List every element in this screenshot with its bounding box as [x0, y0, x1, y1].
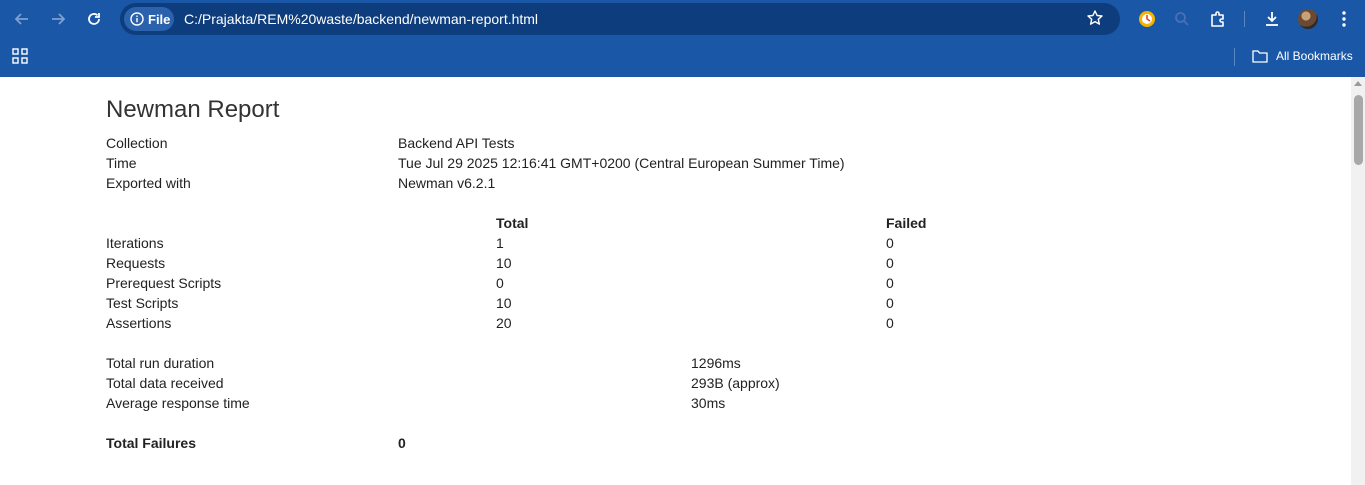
all-bookmarks-button[interactable]: All Bookmarks	[1252, 49, 1353, 63]
summary-row-failed: 0	[886, 255, 894, 271]
site-info-chip[interactable]: File	[124, 7, 174, 31]
run-duration-label: Total run duration	[106, 355, 215, 371]
exported-with-value: Newman v6.2.1	[398, 175, 496, 191]
data-received-value: 293B (approx)	[691, 375, 780, 391]
extensions-button[interactable]	[1207, 8, 1229, 30]
bookmarks-bar: All Bookmarks	[0, 38, 1365, 77]
reload-icon	[88, 13, 100, 25]
collection-label: Collection	[106, 135, 168, 151]
search-icon	[1175, 12, 1189, 26]
summary-row-total: 1	[496, 235, 504, 251]
arrow-right-icon	[52, 13, 66, 25]
collection-value: Backend API Tests	[398, 135, 515, 151]
puzzle-icon	[1211, 11, 1224, 27]
kebab-menu-icon	[1342, 11, 1346, 27]
reload-button[interactable]	[82, 7, 106, 31]
summary-row-failed: 0	[886, 295, 894, 311]
time-value: Tue Jul 29 2025 12:16:41 GMT+0200 (Centr…	[398, 155, 845, 171]
star-icon	[1087, 10, 1103, 25]
forward-button[interactable]	[46, 7, 70, 31]
summary-row-label: Iterations	[106, 235, 164, 251]
bookmark-star-button[interactable]	[1086, 9, 1104, 32]
profile-avatar[interactable]	[1298, 9, 1318, 29]
summary-row-label: Requests	[106, 255, 166, 271]
avg-response-label: Average response time	[106, 395, 250, 411]
total-failures-label: Total Failures	[106, 435, 196, 451]
summary-row-label: Test Scripts	[106, 295, 179, 311]
downloads-button[interactable]	[1261, 8, 1283, 30]
failed-column-header: Failed	[886, 215, 927, 231]
all-bookmarks-label: All Bookmarks	[1276, 49, 1353, 63]
summary-row-total: 20	[496, 315, 512, 331]
arrow-left-icon	[14, 13, 28, 25]
total-column-header: Total	[496, 215, 529, 231]
extension-icon-orange[interactable]	[1136, 8, 1158, 30]
scroll-up-arrow-icon[interactable]	[1354, 81, 1362, 86]
avg-response-value: 30ms	[691, 395, 726, 411]
report-page: Newman Report Collection Backend API Tes…	[0, 77, 1351, 485]
browser-toolbar: File C:/Prajakta/REM%20waste/backend/new…	[0, 0, 1365, 38]
url-text[interactable]: C:/Prajakta/REM%20waste/backend/newman-r…	[184, 11, 538, 27]
back-button[interactable]	[10, 7, 34, 31]
exported-with-label: Exported with	[106, 175, 191, 191]
summary-row-total: 10	[496, 295, 512, 311]
browser-menu-button[interactable]	[1333, 8, 1355, 30]
total-failures-value: 0	[398, 435, 406, 451]
data-received-label: Total data received	[106, 375, 224, 391]
apps-grid-icon	[12, 48, 28, 64]
summary-row-total: 0	[496, 275, 504, 291]
summary-row-label: Prerequest Scripts	[106, 275, 222, 291]
summary-row-total: 10	[496, 255, 512, 271]
summary-row-label: Assertions	[106, 315, 172, 331]
address-bar[interactable]: File C:/Prajakta/REM%20waste/backend/new…	[120, 3, 1120, 35]
scrollbar-thumb[interactable]	[1354, 95, 1363, 165]
summary-row-failed: 0	[886, 275, 894, 291]
summary-row-failed: 0	[886, 235, 894, 251]
apps-button[interactable]	[12, 48, 28, 69]
bookmarks-divider	[1234, 48, 1235, 66]
toolbar-divider	[1244, 11, 1245, 27]
summary-row-failed: 0	[886, 315, 894, 331]
time-label: Time	[106, 155, 137, 171]
search-extension-button[interactable]	[1171, 8, 1193, 30]
page-title: Newman Report	[106, 96, 280, 123]
run-duration-value: 1296ms	[691, 355, 741, 371]
download-icon	[1266, 12, 1278, 26]
timer-extension-icon	[1139, 11, 1155, 27]
folder-icon	[1252, 50, 1268, 63]
info-icon	[130, 12, 144, 26]
site-info-label: File	[148, 11, 171, 27]
